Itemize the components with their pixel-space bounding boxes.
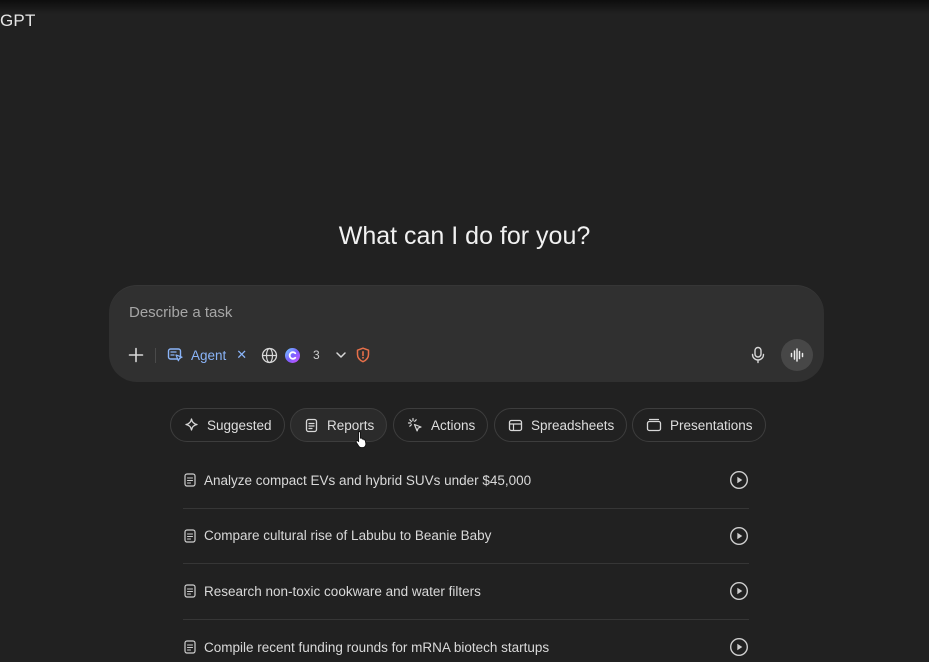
play-icon[interactable] (729, 581, 749, 601)
chip-label: Presentations (670, 417, 753, 433)
list-item-label: Research non-toxic cookware and water fi… (204, 583, 481, 599)
shield-alert-icon (356, 347, 370, 363)
task-input[interactable] (129, 301, 729, 323)
app-title: GPT (0, 11, 36, 30)
agent-cursor-icon (167, 347, 183, 361)
microphone-icon (751, 346, 765, 364)
play-icon[interactable] (729, 637, 749, 657)
task-composer: Agent ✕ 3 (109, 285, 824, 382)
safety-shield-button[interactable] (355, 345, 375, 365)
document-icon (183, 473, 197, 487)
chip-label: Spreadsheets (531, 417, 615, 433)
slides-icon (646, 418, 662, 431)
chevron-down-icon (335, 352, 346, 358)
add-button[interactable] (126, 345, 146, 365)
document-icon (183, 640, 197, 654)
list-item-label: Compile recent funding rounds for mRNA b… (204, 639, 550, 655)
list-item[interactable]: Compare cultural rise of Labubu to Beani… (183, 509, 749, 564)
click-icon (407, 417, 422, 432)
chip-reports[interactable]: Reports (290, 408, 388, 442)
list-item[interactable]: Compile recent funding rounds for mRNA b… (183, 620, 749, 662)
table-icon (508, 419, 523, 431)
chip-spreadsheets[interactable]: Spreadsheets (494, 408, 628, 442)
document-icon (305, 418, 318, 432)
voice-mode-button[interactable] (781, 339, 813, 371)
list-item[interactable]: Research non-toxic cookware and water fi… (183, 564, 749, 620)
globe-icon (261, 347, 278, 363)
sources-selector[interactable]: 3 (261, 345, 348, 365)
sparkle-icon (185, 417, 198, 431)
plus-icon (128, 347, 144, 363)
hand-pointer-cursor-icon (355, 431, 367, 448)
connector-app-icon (285, 347, 300, 363)
chip-actions[interactable]: Actions (393, 408, 489, 442)
window-top-edge (0, 0, 929, 14)
chip-label: Suggested (207, 417, 272, 433)
agent-label: Agent (191, 347, 227, 363)
waveform-icon (790, 348, 804, 362)
chip-presentations[interactable]: Presentations (632, 408, 766, 442)
remove-agent-icon[interactable]: ✕ (236, 347, 247, 363)
page-title: What can I do for you? (338, 222, 591, 250)
list-item[interactable]: Analyze compact EVs and hybrid SUVs unde… (183, 453, 749, 509)
chip-suggested[interactable]: Suggested (170, 408, 285, 442)
list-item-label: Analyze compact EVs and hybrid SUVs unde… (204, 472, 532, 488)
document-icon (183, 584, 197, 598)
chip-label: Actions (431, 417, 476, 433)
suggestion-list: Analyze compact EVs and hybrid SUVs unde… (183, 453, 749, 662)
sources-count: 3 (313, 348, 320, 362)
agent-mode-pill[interactable]: Agent ✕ (167, 345, 247, 365)
category-chips: Suggested Reports Actions Spreadsheets P… (0, 408, 929, 442)
play-icon[interactable] (729, 526, 749, 546)
divider (155, 348, 156, 363)
document-icon (183, 529, 197, 543)
play-icon[interactable] (729, 470, 749, 490)
microphone-button[interactable] (748, 345, 768, 365)
list-item-label: Compare cultural rise of Labubu to Beani… (204, 528, 492, 544)
